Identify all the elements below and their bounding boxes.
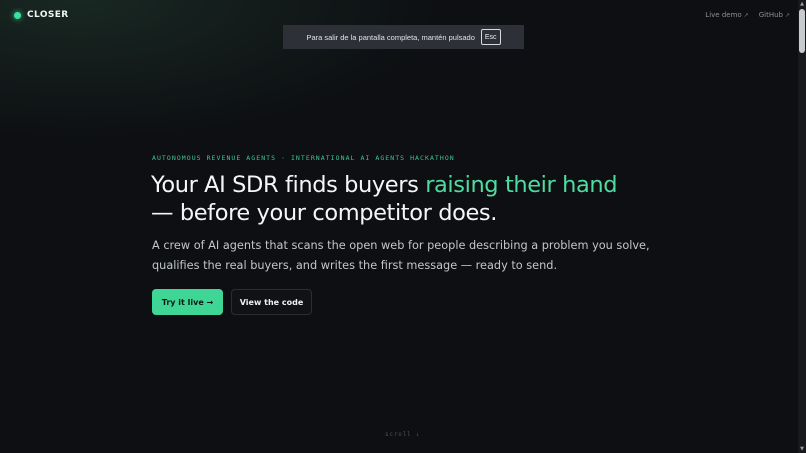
hero-headline: Your AI SDR finds buyers raising their h… [151, 171, 711, 227]
headline-accent: raising their hand [425, 172, 618, 198]
fullscreen-exit-toast: Para salir de la pantalla completa, mant… [283, 25, 524, 49]
page-scrollbar[interactable]: ▲ ▼ [798, 0, 806, 453]
landing-page: CLOSER Live demo ↗ GitHub ↗ Para salir d… [0, 0, 798, 453]
external-link-icon: ↗ [743, 11, 749, 19]
cta-row: Try it live → View the code [152, 289, 312, 315]
view-code-button[interactable]: View the code [231, 289, 312, 315]
scroll-down-icon[interactable]: ▼ [798, 445, 806, 453]
scrollbar-thumb[interactable] [799, 9, 805, 53]
esc-key-badge: Esc [480, 29, 501, 45]
hero-subhead: A crew of AI agents that scans the open … [152, 239, 650, 272]
external-link-icon: ↗ [784, 11, 790, 19]
try-it-live-button[interactable]: Try it live → [152, 289, 223, 315]
top-nav: Live demo ↗ GitHub ↗ [705, 11, 790, 19]
scroll-up-icon[interactable]: ▲ [798, 0, 806, 8]
fullscreen-toast-message: Para salir de la pantalla completa, mant… [306, 32, 475, 42]
brand-logo[interactable]: CLOSER [14, 10, 69, 20]
live-demo-label: Live demo [705, 11, 742, 19]
status-dot-icon [14, 11, 21, 19]
github-link[interactable]: GitHub ↗ [759, 11, 790, 19]
live-demo-link[interactable]: Live demo ↗ [705, 11, 748, 19]
hero-eyebrow: AUTONOMOUS REVENUE AGENTS · INTERNATIONA… [152, 154, 455, 162]
scroll-hint: scroll ↓ [385, 431, 421, 438]
github-label: GitHub [758, 11, 783, 19]
brand-name: CLOSER [27, 10, 69, 20]
headline-part-2: — before your competitor does. [151, 200, 497, 226]
headline-part-1: Your AI SDR finds buyers [151, 172, 426, 198]
